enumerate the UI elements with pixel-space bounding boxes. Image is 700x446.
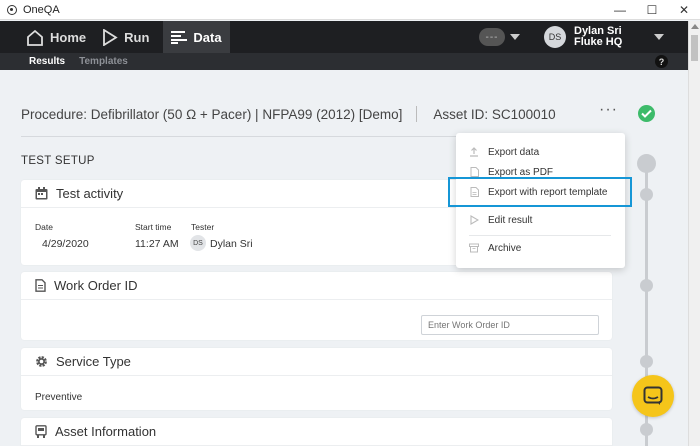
service-type-title: Service Type xyxy=(56,354,131,369)
upload-icon xyxy=(469,147,479,157)
user-site: Fluke HQ xyxy=(574,36,623,48)
menu-label-export-data: Export data xyxy=(488,146,540,158)
timeline-node[interactable] xyxy=(640,355,653,368)
sub-nav: Results Templates ? xyxy=(0,53,688,70)
timeline-node[interactable] xyxy=(640,188,653,201)
asset-info-header: Asset Information xyxy=(21,418,612,446)
nav-run[interactable]: Run xyxy=(94,21,157,53)
gear-icon xyxy=(36,356,47,367)
timeline-node[interactable] xyxy=(640,279,653,292)
asset-info-card: Asset Information xyxy=(21,418,612,446)
window-title: OneQA xyxy=(23,3,60,16)
window-controls: — ☐ ✕ xyxy=(604,0,700,20)
work-order-input[interactable] xyxy=(421,315,599,335)
data-lines-icon xyxy=(171,31,188,44)
timeline-node[interactable] xyxy=(640,423,653,436)
work-order-card: Work Order ID xyxy=(21,272,612,340)
tab-results[interactable]: Results xyxy=(0,56,72,67)
asset-device-icon xyxy=(35,425,47,438)
date-label: Date xyxy=(35,222,53,232)
nav-run-label: Run xyxy=(124,29,150,45)
user-menu[interactable]: Dylan Sri Fluke HQ xyxy=(574,26,654,48)
device-status-pill[interactable]: --- xyxy=(479,28,505,46)
tester-label: Tester xyxy=(191,222,215,232)
tab-templates[interactable]: Templates xyxy=(72,56,135,67)
document-icon xyxy=(35,279,46,292)
menu-divider xyxy=(469,235,611,236)
service-type-value: Preventive xyxy=(35,392,83,403)
nav-home[interactable]: Home xyxy=(0,21,94,53)
tester-avatar: DS xyxy=(190,235,206,251)
calendar-icon xyxy=(35,187,48,200)
nav-data-label: Data xyxy=(193,29,222,45)
chat-bubble-icon xyxy=(643,386,663,405)
work-order-title: Work Order ID xyxy=(54,278,138,293)
work-order-header: Work Order ID xyxy=(21,272,612,300)
nav-right-group: --- DS Dylan Sri Fluke HQ xyxy=(479,21,688,53)
more-options-button[interactable]: ··· xyxy=(599,102,618,118)
pass-check-icon xyxy=(638,105,655,122)
chat-support-button[interactable] xyxy=(632,375,674,417)
scroll-up-icon[interactable] xyxy=(691,24,699,29)
minimize-icon[interactable]: — xyxy=(604,0,636,20)
help-icon[interactable]: ? xyxy=(655,55,668,68)
procedure-header: Procedure: Defibrillator (50 Ω + Pacer) … xyxy=(21,102,661,124)
archive-box-icon xyxy=(469,243,479,253)
maximize-icon[interactable]: ☐ xyxy=(636,0,668,20)
chevron-down-icon[interactable] xyxy=(510,34,520,40)
timeline-node-large[interactable] xyxy=(637,154,656,173)
menu-item-export-data[interactable]: Export data xyxy=(456,141,625,163)
pdf-icon xyxy=(469,167,479,177)
asset-id: Asset ID: SC100010 xyxy=(433,106,556,122)
window-titlebar: OneQA — ☐ ✕ xyxy=(0,0,700,20)
play-outline-icon xyxy=(469,215,479,225)
nav-home-label: Home xyxy=(50,29,87,45)
start-time-label: Start time xyxy=(135,222,172,232)
main-nav: Home Run Data --- DS Dylan Sri Fluke HQ xyxy=(0,21,688,53)
close-icon[interactable]: ✕ xyxy=(668,0,700,20)
asset-info-title: Asset Information xyxy=(55,424,157,439)
procedure-title: Procedure: Defibrillator (50 Ω + Pacer) … xyxy=(21,106,403,122)
user-chevron-down-icon[interactable] xyxy=(654,34,664,40)
section-title-test-setup: TEST SETUP xyxy=(21,155,95,167)
service-type-header: Service Type xyxy=(21,348,612,376)
menu-item-edit-result[interactable]: Edit result xyxy=(456,209,625,231)
menu-label-edit-result: Edit result xyxy=(488,214,533,226)
menu-label-export-pdf: Export as PDF xyxy=(488,166,554,178)
home-icon xyxy=(27,29,43,46)
service-type-card: Service Type Preventive xyxy=(21,348,612,410)
test-activity-title: Test activity xyxy=(56,186,124,201)
date-value: 4/29/2020 xyxy=(42,238,89,250)
header-divider xyxy=(416,106,418,122)
user-avatar[interactable]: DS xyxy=(544,26,566,48)
menu-item-archive[interactable]: Archive xyxy=(456,237,625,259)
highlight-callout-box xyxy=(448,177,632,207)
nav-data[interactable]: Data xyxy=(163,21,230,53)
start-time-value: 11:27 AM xyxy=(135,238,179,250)
play-icon xyxy=(103,28,118,46)
scroll-thumb[interactable] xyxy=(691,35,698,61)
tester-name: Dylan Sri xyxy=(210,238,253,250)
menu-label-archive: Archive xyxy=(488,242,522,254)
app-logo-icon xyxy=(7,4,17,15)
vertical-scrollbar[interactable] xyxy=(688,21,700,446)
